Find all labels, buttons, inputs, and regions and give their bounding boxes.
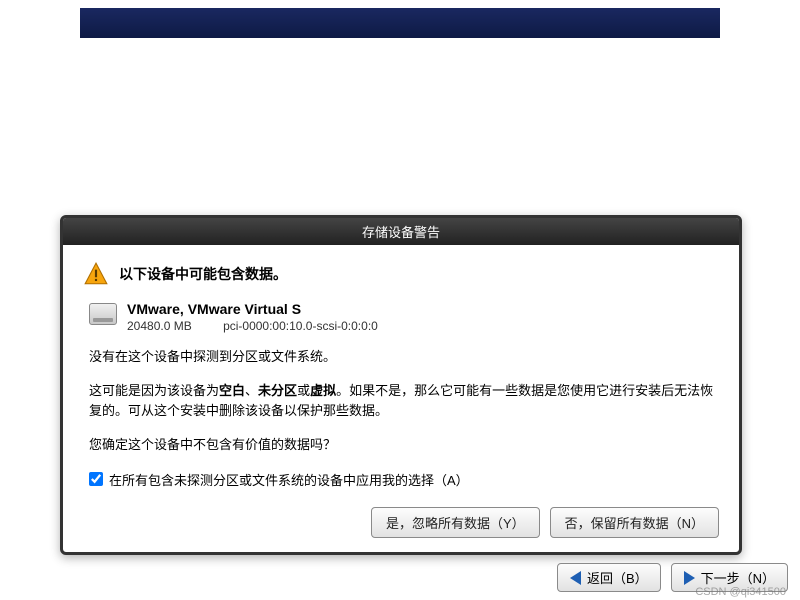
message-no-partition: 没有在这个设备中探测到分区或文件系统。 <box>89 347 719 367</box>
next-button[interactable]: 下一步（N） <box>671 563 788 592</box>
device-meta: 20480.0 MB pci-0000:00:10.0-scsi-0:0:0:0 <box>127 319 378 333</box>
hard-drive-icon <box>89 303 117 325</box>
apply-all-label: 在所有包含未探测分区或文件系统的设备中应用我的选择（A） <box>109 470 469 489</box>
warning-heading-row: 以下设备中可能包含数据。 <box>83 261 719 287</box>
message-explanation: 这可能是因为该设备为空白、未分区或虚拟。如果不是，那么它可能有一些数据是您使用它… <box>89 381 719 421</box>
message-confirm: 您确定这个设备中不包含有价值的数据吗？ <box>89 435 719 455</box>
wizard-nav: 返回（B） 下一步（N） <box>557 563 788 592</box>
device-name: VMware, VMware Virtual S <box>127 301 378 317</box>
warning-heading: 以下设备中可能包含数据。 <box>119 264 287 284</box>
device-size: 20480.0 MB <box>127 319 192 333</box>
dialog-body: 以下设备中可能包含数据。 VMware, VMware Virtual S 20… <box>63 245 739 552</box>
back-label: 返回（B） <box>587 568 648 587</box>
arrow-left-icon <box>570 571 581 585</box>
device-row: VMware, VMware Virtual S 20480.0 MB pci-… <box>89 301 719 333</box>
dialog-title: 存储设备警告 <box>63 218 739 245</box>
back-button[interactable]: 返回（B） <box>557 563 661 592</box>
warning-icon <box>83 261 109 287</box>
yes-discard-button[interactable]: 是，忽略所有数据（Y） <box>371 507 540 538</box>
apply-all-checkbox[interactable] <box>89 472 103 486</box>
storage-warning-dialog: 存储设备警告 以下设备中可能包含数据。 VMware, VMware Virtu… <box>60 215 742 555</box>
no-keep-button[interactable]: 否，保留所有数据（N） <box>550 507 719 538</box>
device-info: VMware, VMware Virtual S 20480.0 MB pci-… <box>127 301 378 333</box>
arrow-right-icon <box>684 571 695 585</box>
device-path: pci-0000:00:10.0-scsi-0:0:0:0 <box>223 319 378 333</box>
apply-all-checkbox-row[interactable]: 在所有包含未探测分区或文件系统的设备中应用我的选择（A） <box>89 470 719 489</box>
next-label: 下一步（N） <box>701 568 775 587</box>
installer-header-bar <box>80 8 720 38</box>
dialog-button-row: 是，忽略所有数据（Y） 否，保留所有数据（N） <box>83 507 719 538</box>
